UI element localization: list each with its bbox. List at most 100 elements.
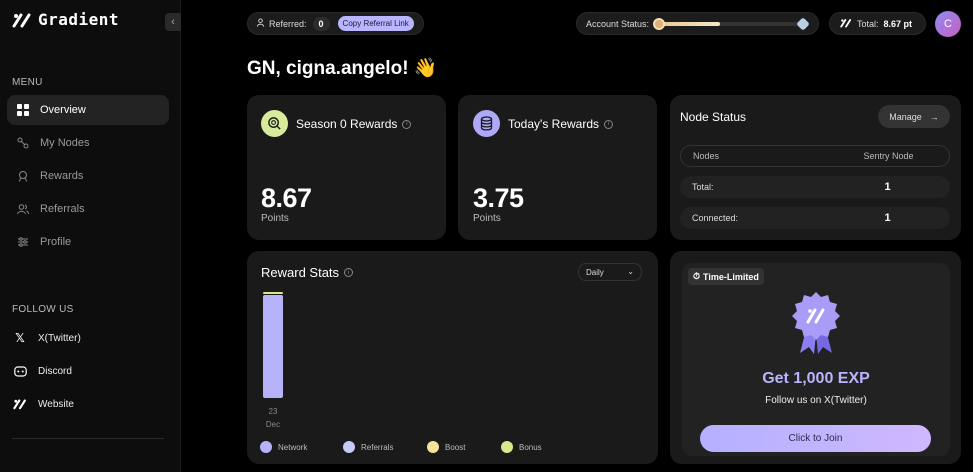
promo-subtitle: Follow us on X(Twitter) bbox=[765, 395, 867, 406]
user-icon bbox=[256, 18, 265, 29]
sidebar-item-referrals[interactable]: Referrals bbox=[7, 194, 169, 224]
follow-website-link[interactable]: Website bbox=[12, 396, 74, 412]
legend-label: Network bbox=[278, 442, 308, 452]
brand-logo[interactable]: Gradient bbox=[12, 10, 119, 29]
info-icon[interactable]: i bbox=[402, 119, 412, 129]
award-icon bbox=[16, 169, 30, 183]
arrow-right-icon: → bbox=[929, 111, 939, 122]
chart-bar-network bbox=[263, 295, 283, 398]
grid-icon bbox=[16, 103, 30, 117]
season-rewards-title: Season 0 Rewards i bbox=[296, 117, 412, 131]
info-icon[interactable]: i bbox=[604, 119, 613, 129]
coins-stack-icon bbox=[473, 110, 500, 137]
info-icon[interactable]: i bbox=[344, 268, 354, 277]
account-status-label: Account Status: bbox=[586, 18, 650, 29]
sidebar-item-label: Overview bbox=[40, 104, 86, 116]
legend-label: Bonus bbox=[519, 442, 542, 452]
manage-nodes-button[interactable]: Manage → bbox=[878, 105, 950, 128]
nodes-icon bbox=[16, 136, 30, 150]
sliders-icon bbox=[16, 235, 30, 249]
reward-stats-card bbox=[247, 251, 658, 464]
chevron-down-icon: ⌄ bbox=[627, 267, 634, 276]
legend-dot bbox=[427, 441, 439, 453]
node-table-header: Nodes Sentry Node bbox=[680, 145, 950, 167]
copy-referral-link-button[interactable]: Copy Referral Link bbox=[337, 16, 414, 31]
sidebar-item-label: My Nodes bbox=[40, 137, 90, 149]
reward-stats-title: Reward Stats i bbox=[261, 265, 354, 280]
sidebar-item-overview[interactable]: Overview bbox=[7, 95, 169, 125]
chart-x-tick-day: 23 bbox=[268, 407, 278, 416]
todays-rewards-title: Today's Rewards i bbox=[508, 117, 613, 131]
node-row-label: Total: bbox=[692, 182, 714, 192]
x-icon: 𝕏 bbox=[15, 331, 25, 345]
collapse-sidebar-button[interactable]: ‹ bbox=[165, 13, 181, 31]
gradient-logo-icon bbox=[840, 18, 852, 30]
follow-label: Website bbox=[38, 398, 74, 410]
avatar[interactable]: C bbox=[935, 11, 961, 37]
node-row-value: 1 bbox=[884, 212, 891, 224]
stopwatch-icon: ⏱ bbox=[693, 271, 701, 281]
node-row-label: Connected: bbox=[692, 213, 739, 223]
node-row-total: Total: 1 bbox=[680, 176, 950, 198]
discord-icon bbox=[12, 363, 28, 379]
gradient-logo-icon bbox=[12, 396, 28, 412]
legend-item-boost: Boost bbox=[427, 441, 465, 453]
diamond-tier-icon bbox=[796, 16, 810, 31]
chart-x-tick-month: Dec bbox=[265, 420, 281, 429]
referral-pill: Referred: 0 Copy Referral Link bbox=[247, 12, 424, 35]
follow-label: X(Twitter) bbox=[38, 332, 81, 344]
click-to-join-button[interactable]: Click to Join bbox=[700, 425, 931, 452]
users-icon bbox=[16, 202, 30, 216]
node-status-title: Node Status bbox=[680, 110, 747, 124]
gradient-logo-icon bbox=[12, 13, 31, 27]
promo-title: Get 1,000 EXP bbox=[762, 370, 870, 387]
brand-name: Gradient bbox=[38, 10, 120, 29]
award-badge-icon bbox=[790, 290, 842, 361]
chevron-left-icon: ‹ bbox=[171, 16, 175, 28]
sidebar-item-my-nodes[interactable]: My Nodes bbox=[7, 128, 169, 158]
season-rewards-unit: Points bbox=[261, 213, 289, 224]
account-status-progress bbox=[653, 16, 810, 31]
legend-item-bonus: Bonus bbox=[501, 441, 542, 453]
coin-icon bbox=[261, 110, 288, 137]
referred-label: Referred: bbox=[269, 18, 307, 29]
follow-section-label: FOLLOW US bbox=[12, 304, 74, 315]
badge-label: Time-Limited bbox=[703, 271, 759, 282]
follow-discord-link[interactable]: Discord bbox=[12, 363, 72, 379]
todays-rewards-unit: Points bbox=[473, 213, 501, 224]
manage-label: Manage bbox=[889, 111, 922, 122]
sidebar-item-profile[interactable]: Profile bbox=[7, 227, 169, 257]
legend-item-referrals: Referrals bbox=[343, 441, 393, 453]
todays-rewards-value: 3.75 bbox=[473, 183, 524, 213]
chart-bar-bonus bbox=[263, 292, 283, 294]
legend-label: Referrals bbox=[361, 442, 394, 452]
time-limited-badge: ⏱ Time-Limited bbox=[688, 268, 764, 285]
node-row-connected: Connected: 1 bbox=[680, 207, 950, 229]
sidebar: Gradient ‹ MENU Overview My Nodes Reward… bbox=[0, 0, 181, 472]
account-status-pill: Account Status: bbox=[576, 12, 819, 35]
sidebar-item-label: Profile bbox=[40, 236, 72, 248]
legend-item-network: Network bbox=[260, 441, 307, 453]
sidebar-item-label: Rewards bbox=[40, 170, 84, 182]
period-value: Daily bbox=[586, 267, 604, 277]
node-header-nodes: Nodes bbox=[693, 151, 720, 161]
follow-label: Discord bbox=[38, 365, 72, 377]
period-select[interactable]: Daily ⌄ bbox=[578, 263, 642, 281]
legend-dot bbox=[343, 441, 355, 453]
bronze-tier-icon bbox=[653, 17, 666, 30]
node-row-value: 1 bbox=[884, 181, 891, 193]
menu-section-label: MENU bbox=[12, 77, 43, 88]
season-rewards-value: 8.67 bbox=[261, 183, 312, 213]
total-points-pill: Total: 8.67 pt bbox=[829, 12, 926, 35]
total-label: Total: bbox=[857, 18, 879, 29]
card-title-text: Today's Rewards bbox=[508, 117, 599, 131]
page-greeting: GN, cigna.angelo! 👋 bbox=[247, 58, 438, 79]
referred-count: 0 bbox=[312, 16, 330, 31]
sidebar-item-rewards[interactable]: Rewards bbox=[7, 161, 169, 191]
card-title-text: Reward Stats bbox=[261, 265, 340, 280]
sidebar-item-label: Referrals bbox=[40, 203, 85, 215]
total-value: 8.67 pt bbox=[883, 18, 913, 29]
follow-twitter-link[interactable]: 𝕏 X(Twitter) bbox=[12, 330, 81, 346]
legend-dot bbox=[260, 441, 272, 453]
card-title-text: Season 0 Rewards bbox=[296, 117, 398, 131]
